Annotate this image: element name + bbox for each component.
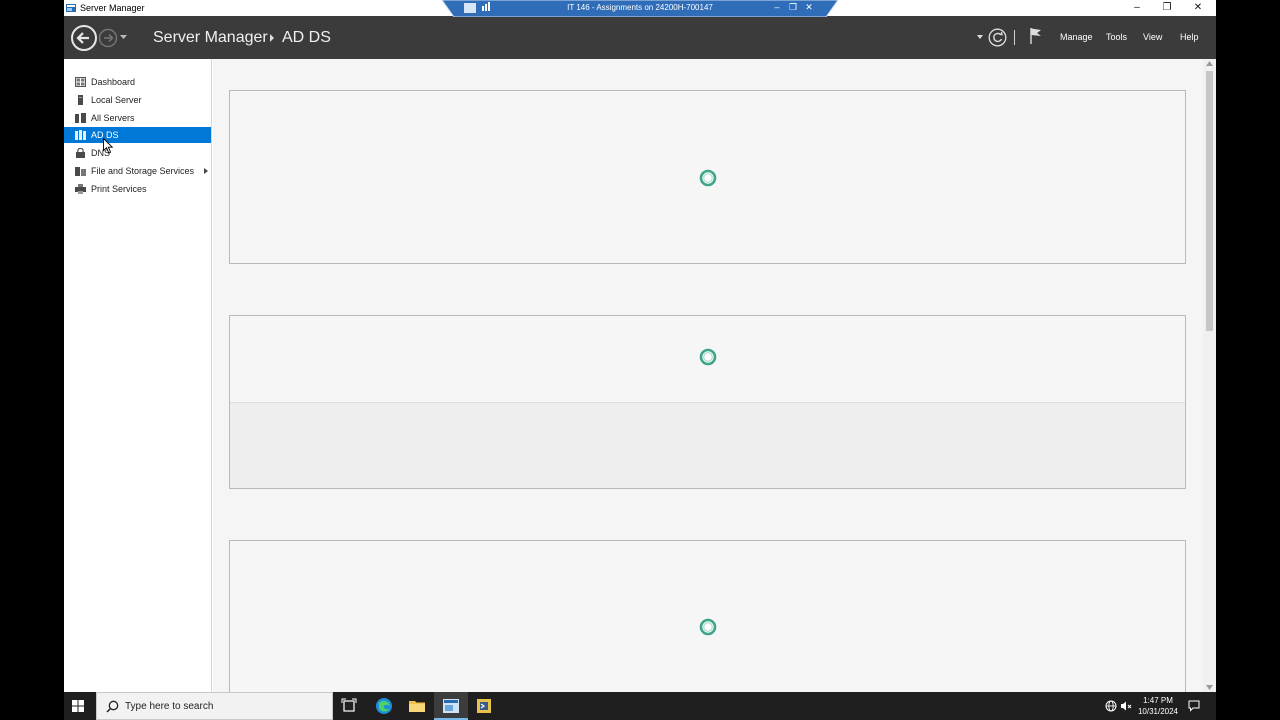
events-tile — [229, 315, 1186, 489]
chevron-down-icon[interactable] — [976, 34, 984, 40]
content-area — [213, 59, 1203, 692]
loading-spinner-icon — [699, 618, 717, 636]
edge-browser-icon[interactable] — [375, 697, 393, 715]
file-storage-icon — [75, 167, 86, 176]
task-view-icon[interactable] — [340, 697, 358, 715]
breadcrumb-current: AD DS — [282, 29, 331, 46]
tools-menu[interactable]: Tools — [1106, 32, 1127, 42]
history-dropdown-icon[interactable] — [119, 32, 128, 41]
server-manager-window: Server Manager – ❐ ✕ Server Manager AD D… — [64, 0, 1216, 692]
view-menu[interactable]: View — [1143, 32, 1162, 42]
notification-center-icon[interactable] — [1188, 700, 1200, 712]
breadcrumb-separator-icon — [270, 34, 274, 42]
remote-desktop-bar: IT 146 - Assignments on 24200H-700147 – … — [442, 0, 838, 17]
services-tile — [229, 540, 1186, 692]
loading-spinner-icon — [699, 348, 717, 366]
taskbar: Type here to search 1:47 PM 10/31/2024 — [64, 692, 1216, 720]
ad-ds-icon — [75, 130, 86, 140]
taskbar-server-manager-tab[interactable] — [434, 692, 468, 720]
restore-button[interactable]: ❐ — [1152, 0, 1182, 16]
mouse-pointer-icon — [103, 138, 113, 154]
tile-details-pane — [230, 402, 1185, 488]
dns-icon — [76, 148, 85, 158]
windows-start-icon[interactable] — [72, 700, 84, 712]
header-divider — [1014, 30, 1015, 45]
servers-tile — [229, 90, 1186, 264]
printer-icon — [75, 184, 86, 194]
back-arrow-icon[interactable] — [70, 24, 98, 52]
sidebar-item-local-server[interactable]: Local Server — [64, 92, 211, 108]
search-placeholder: Type here to search — [125, 701, 214, 712]
submenu-arrow-icon[interactable] — [204, 168, 208, 174]
sidebar-item-label: All Servers — [91, 113, 135, 123]
powershell-app-icon[interactable] — [475, 697, 493, 715]
sidebar-item-label: Print Services — [91, 184, 147, 194]
sidebar-item-print-services[interactable]: Print Services — [64, 181, 211, 197]
local-server-icon — [78, 95, 83, 105]
help-menu[interactable]: Help — [1180, 32, 1199, 42]
network-globe-icon[interactable] — [1105, 700, 1117, 712]
sidebar-item-label: File and Storage Services — [91, 166, 195, 176]
manage-menu[interactable]: Manage — [1060, 32, 1093, 42]
search-icon — [106, 700, 119, 713]
sidebar-item-dashboard[interactable]: Dashboard — [64, 74, 211, 90]
scrollbar-thumb[interactable] — [1206, 71, 1213, 331]
remote-close-button[interactable]: ✕ — [802, 2, 816, 13]
desktop: Server Manager – ❐ ✕ Server Manager AD D… — [0, 0, 1280, 720]
navigation-pane: Dashboard Local Server All Servers AD DS — [64, 59, 212, 692]
notifications-flag-icon[interactable] — [1029, 27, 1043, 45]
refresh-icon[interactable] — [988, 28, 1007, 47]
taskbar-search-box[interactable]: Type here to search — [96, 692, 333, 720]
scroll-down-icon[interactable] — [1206, 685, 1213, 690]
file-explorer-icon[interactable] — [408, 697, 426, 715]
sidebar-item-ad-ds[interactable]: AD DS — [64, 127, 211, 143]
header-bar: Server Manager AD DS Manage Tools View H… — [64, 16, 1216, 59]
server-manager-app-icon — [66, 4, 76, 12]
dashboard-icon — [75, 77, 86, 87]
loading-spinner-icon — [699, 169, 717, 187]
sidebar-item-all-servers[interactable]: All Servers — [64, 110, 211, 126]
vertical-scrollbar[interactable] — [1203, 59, 1216, 692]
all-servers-icon — [75, 113, 86, 123]
server-manager-app-icon — [443, 699, 459, 713]
close-button[interactable]: ✕ — [1183, 0, 1213, 16]
sidebar-item-dns[interactable]: DNS — [64, 145, 211, 161]
system-clock[interactable]: 1:47 PM 10/31/2024 — [1130, 695, 1186, 717]
sidebar-item-label: Dashboard — [91, 77, 136, 87]
window-title: Server Manager — [80, 3, 145, 13]
sidebar-item-label: Local Server — [91, 95, 142, 105]
remote-restore-button[interactable]: ❐ — [786, 2, 800, 13]
forward-arrow-icon[interactable] — [98, 28, 118, 48]
remote-minimize-button[interactable]: – — [770, 2, 784, 12]
sidebar-item-file-storage[interactable]: File and Storage Services — [64, 163, 211, 179]
scroll-up-icon[interactable] — [1206, 61, 1213, 66]
clock-time: 1:47 PM — [1143, 696, 1173, 705]
breadcrumb-root[interactable]: Server Manager — [153, 29, 268, 47]
clock-date: 10/31/2024 — [1137, 707, 1179, 716]
minimize-button[interactable]: – — [1122, 0, 1152, 16]
